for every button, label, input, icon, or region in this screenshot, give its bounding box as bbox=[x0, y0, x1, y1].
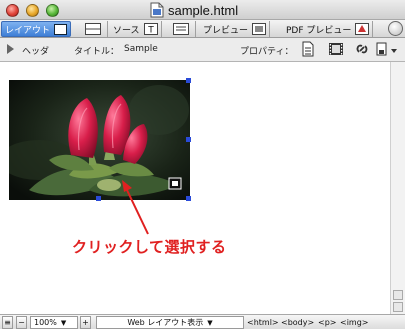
zoom-value: 100% bbox=[34, 318, 57, 327]
tab-source-label: ソース bbox=[113, 25, 140, 36]
html-document-icon bbox=[150, 2, 164, 18]
zoom-select[interactable]: 100% ▼ bbox=[30, 316, 78, 329]
tab-pdf-preview[interactable]: PDF プレビュー bbox=[283, 21, 374, 37]
breadcrumb-p[interactable]: <p> bbox=[318, 316, 336, 329]
tab-pdf-preview-label: PDF プレビュー bbox=[286, 25, 352, 36]
view-tabbar: レイアウト ソース T プレビュー PDF プレビュー bbox=[0, 20, 405, 38]
close-window-button[interactable] bbox=[6, 4, 19, 17]
breadcrumb-body[interactable]: <body> bbox=[281, 316, 314, 329]
flower-photo bbox=[9, 80, 190, 200]
annotation-text: クリックして選択する bbox=[72, 239, 227, 256]
selection-handle-right[interactable] bbox=[186, 137, 191, 142]
annotation-arrow-icon bbox=[122, 180, 149, 235]
tab-layout-label: レイアウト bbox=[5, 25, 51, 36]
tab-layout[interactable]: レイアウト bbox=[1, 21, 72, 37]
title-value[interactable]: Sample bbox=[124, 44, 158, 54]
split-view-icon bbox=[85, 23, 101, 35]
source-split-icon bbox=[173, 23, 189, 35]
pdf-icon bbox=[355, 23, 370, 35]
vertical-scrollbar[interactable] bbox=[390, 62, 405, 314]
scroll-down-arrow[interactable] bbox=[393, 302, 403, 312]
zoom-out-button[interactable]: − bbox=[16, 316, 27, 329]
svg-text:T: T bbox=[147, 26, 154, 36]
properties-label: プロパティ： bbox=[240, 47, 294, 57]
toolbar-toggle-button[interactable] bbox=[388, 21, 403, 36]
breadcrumb-html[interactable]: <html> bbox=[247, 316, 279, 329]
title-label: タイトル： bbox=[74, 47, 120, 57]
window-title: sample.html bbox=[168, 3, 239, 18]
chevron-down-icon: ▼ bbox=[60, 318, 67, 327]
split-toggle-button[interactable]: ≡ bbox=[2, 316, 13, 329]
selection-handle-bottom[interactable] bbox=[96, 196, 101, 201]
film-strip-icon[interactable] bbox=[328, 41, 344, 57]
tab-preview[interactable]: プレビュー bbox=[200, 21, 271, 37]
zoom-in-button[interactable]: + bbox=[80, 316, 91, 329]
selection-handle-top-right[interactable] bbox=[186, 78, 191, 83]
preview-icon bbox=[252, 23, 267, 35]
chevron-down-icon: ▼ bbox=[207, 318, 213, 327]
zoom-window-button[interactable] bbox=[46, 4, 59, 17]
layout-menu-icon[interactable] bbox=[376, 41, 398, 57]
view-mode-value: Web レイアウト表示 bbox=[127, 318, 204, 327]
window-titlebar: sample.html bbox=[0, 0, 405, 20]
link-icon[interactable] bbox=[354, 41, 370, 57]
header-toggle-label[interactable]: ヘッダ bbox=[22, 44, 49, 57]
minimize-window-button[interactable] bbox=[26, 4, 39, 17]
selection-handle-bottom-right[interactable] bbox=[186, 196, 191, 201]
layout-icon bbox=[54, 23, 68, 35]
source-icon: T bbox=[143, 23, 158, 36]
breadcrumb-img[interactable]: <img> bbox=[340, 316, 369, 329]
scroll-up-arrow[interactable] bbox=[393, 290, 403, 300]
view-mode-select[interactable]: Web レイアウト表示 ▼ bbox=[96, 316, 244, 329]
document-toolbar: ヘッダ タイトル： Sample プロパティ： bbox=[0, 38, 405, 62]
disclosure-triangle-icon[interactable] bbox=[6, 44, 15, 54]
selected-image[interactable] bbox=[9, 80, 190, 200]
tab-split-view[interactable] bbox=[82, 21, 108, 37]
page-properties-icon[interactable] bbox=[300, 41, 316, 57]
statusbar: ≡ − 100% ▼ + Web レイアウト表示 ▼ <html> <body>… bbox=[0, 314, 405, 329]
tab-source[interactable]: ソース T bbox=[110, 21, 162, 37]
tab-source-split[interactable] bbox=[170, 21, 196, 37]
tab-preview-label: プレビュー bbox=[203, 25, 249, 36]
